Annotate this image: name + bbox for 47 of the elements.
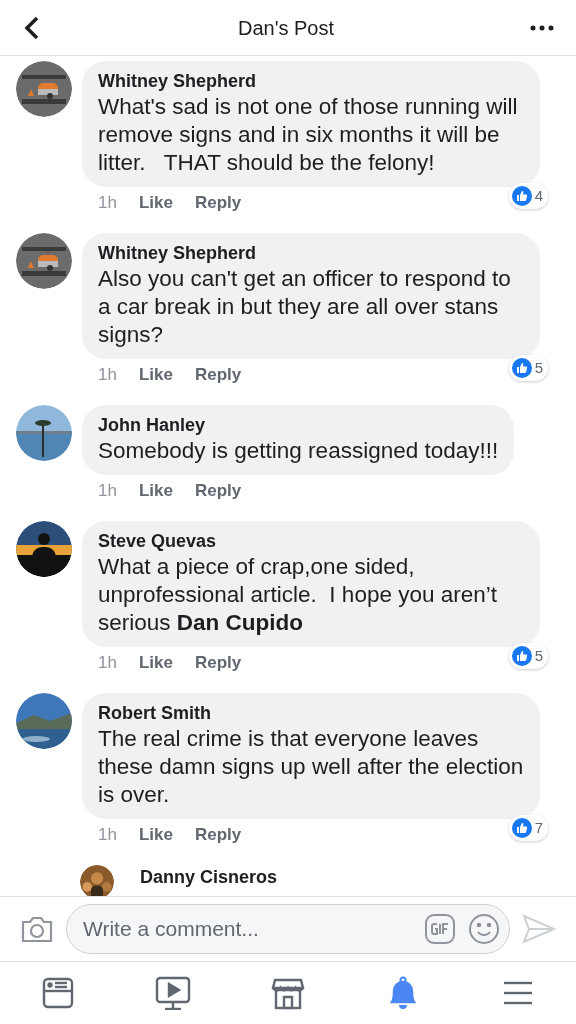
like-link[interactable]: Like xyxy=(138,651,173,675)
reaction-badge[interactable]: 4 xyxy=(508,182,548,209)
reaction-badge[interactable]: 7 xyxy=(508,814,548,841)
shop-icon xyxy=(270,976,305,1010)
reaction-count: 5 xyxy=(534,645,543,666)
reaction-badge[interactable]: 5 xyxy=(508,354,548,381)
reaction-count: 7 xyxy=(534,817,543,838)
more-icon[interactable] xyxy=(530,24,554,31)
emoji-icon[interactable] xyxy=(468,913,500,945)
like-link[interactable]: Like xyxy=(138,363,173,387)
reply-link[interactable]: Reply xyxy=(194,363,242,387)
thumbs-up-icon xyxy=(511,817,532,838)
gif-icon[interactable] xyxy=(424,913,456,945)
like-link[interactable]: Like xyxy=(138,479,173,503)
comment-time: 1h xyxy=(98,480,117,502)
like-link[interactable]: Like xyxy=(138,191,173,215)
thumbs-up-icon xyxy=(511,185,532,206)
comment-text: Also you can't get an officer to respond to a car break in but they are all over stans signs? xyxy=(98,265,512,349)
comment-time: 1h xyxy=(98,652,117,674)
reaction-count: 5 xyxy=(534,357,543,378)
thumbs-up-icon xyxy=(511,357,532,378)
reaction-badge[interactable]: 5 xyxy=(508,642,548,669)
author-name[interactable]: Whitney Shepherd xyxy=(98,241,524,265)
author-name[interactable]: Steve Quevas xyxy=(98,529,524,553)
author-name[interactable]: Danny Cisneros xyxy=(140,865,278,889)
comment-text: What a piece of crap,one sided, unprofessional article. I hope you aren’t serious Dan Cupido xyxy=(98,553,498,637)
comment-time: 1h xyxy=(98,824,117,846)
comment-input-field[interactable]: Write a comment... xyxy=(66,904,510,954)
news-feed-icon xyxy=(40,976,75,1010)
reply-link[interactable]: Reply xyxy=(194,191,242,215)
page-title: Dan's Post xyxy=(237,15,335,41)
comment-time: 1h xyxy=(98,192,117,214)
video-icon xyxy=(154,976,191,1010)
reply-link[interactable]: Reply xyxy=(194,823,242,847)
comment-time: 1h xyxy=(98,364,117,386)
reply-link[interactable]: Reply xyxy=(194,651,242,675)
author-name[interactable]: Whitney Shepherd xyxy=(98,69,524,93)
author-name[interactable]: John Hanley xyxy=(98,413,499,437)
comment-text: The real crime is that everyone leaves these damn signs up well after the election is over. xyxy=(98,725,524,809)
comment-text: Somebody is getting reassigned today!!! xyxy=(98,437,499,465)
reaction-count: 4 xyxy=(534,185,543,206)
camera-icon[interactable] xyxy=(20,914,54,944)
reply-link[interactable]: Reply xyxy=(194,479,242,503)
author-name[interactable]: Robert Smith xyxy=(98,701,524,725)
thumbs-up-icon xyxy=(511,645,532,666)
like-link[interactable]: Like xyxy=(138,823,173,847)
comment-text: What's sad is not one of those running will remove signs and in six months it will be litter. THAT should be the felony! xyxy=(98,93,519,177)
